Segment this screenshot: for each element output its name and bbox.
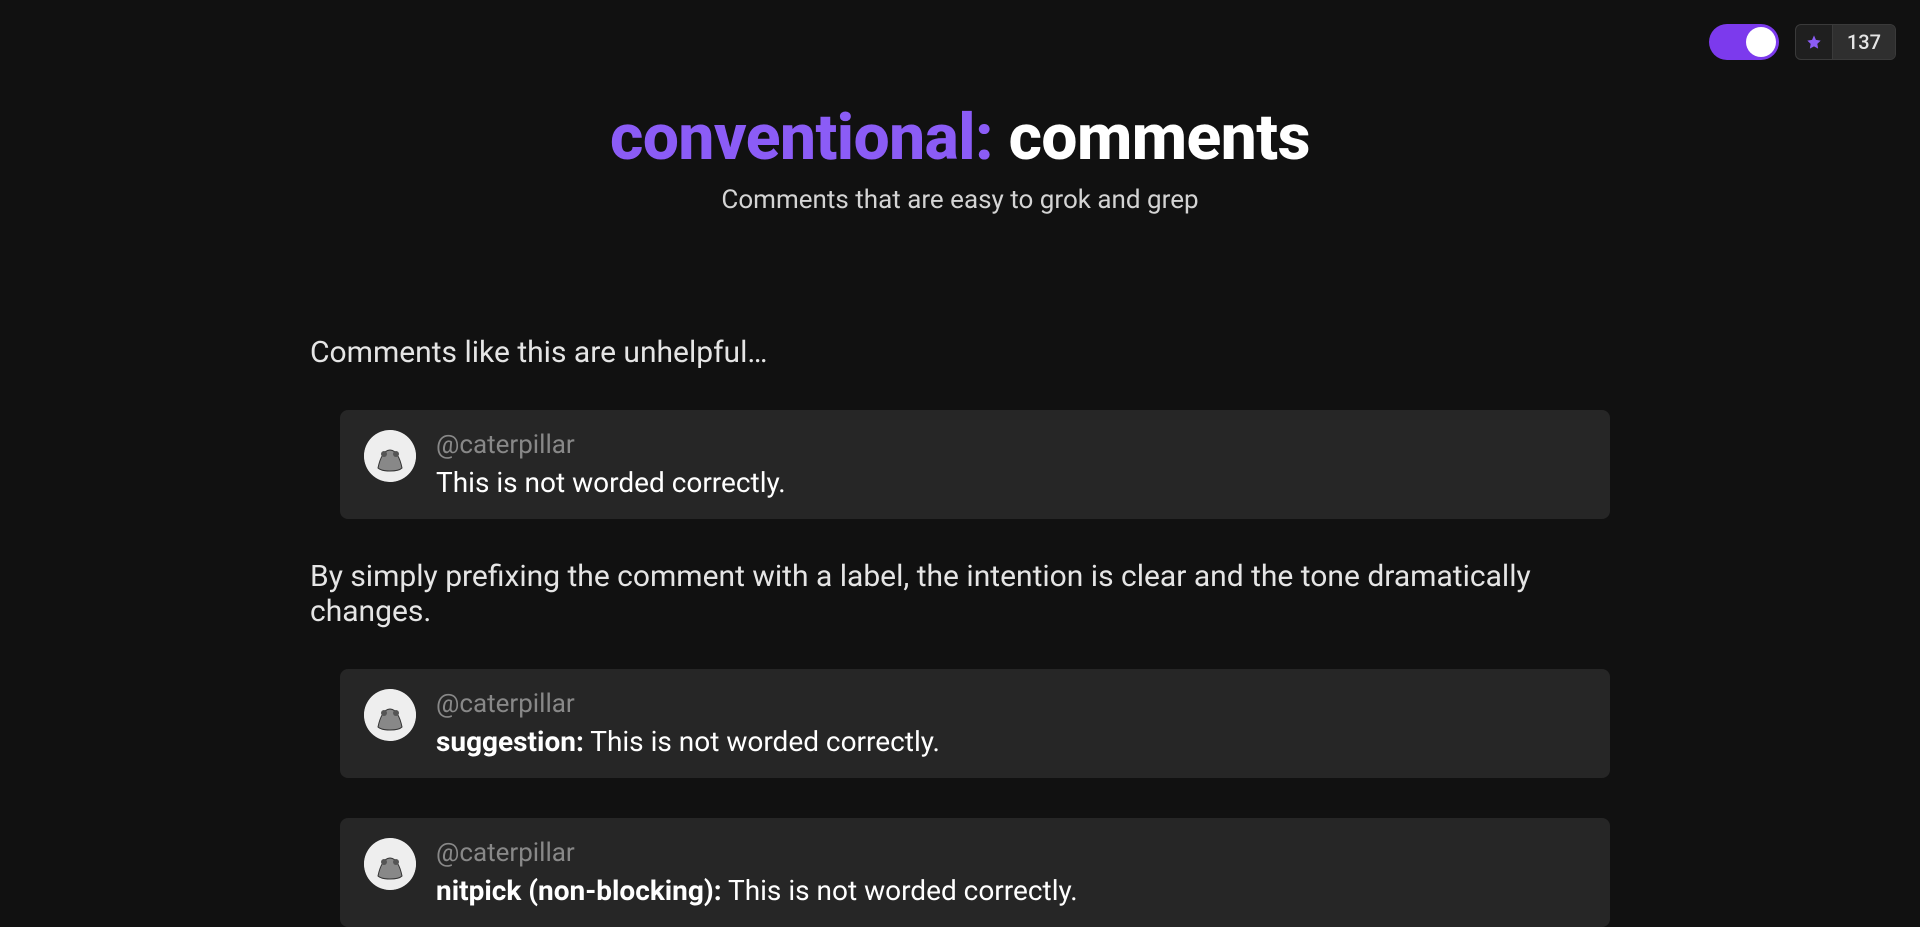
comment-username: @caterpillar	[436, 838, 1078, 868]
title-prefix: conventional:	[610, 100, 993, 175]
comment-card: @caterpillar suggestion: This is not wor…	[340, 669, 1610, 778]
toggle-knob	[1746, 27, 1776, 57]
comment-label: suggestion:	[436, 725, 584, 758]
comment-text-body: This is not worded correctly.	[722, 874, 1078, 907]
star-badge[interactable]: 137	[1795, 24, 1896, 60]
intro-text-1: Comments like this are unhelpful…	[310, 335, 1610, 370]
top-bar: 137	[1709, 24, 1896, 60]
comment-username: @caterpillar	[436, 430, 786, 460]
comment-text: suggestion: This is not worded correctly…	[436, 725, 940, 758]
page-title: conventional: comments	[0, 100, 1920, 175]
hero: conventional: comments Comments that are…	[0, 0, 1920, 215]
title-suffix: comments	[993, 100, 1310, 175]
avatar	[364, 838, 416, 890]
avatar	[364, 689, 416, 741]
avatar	[364, 430, 416, 482]
comment-card: @caterpillar nitpick (non-blocking): Thi…	[340, 818, 1610, 927]
comment-card: @caterpillar This is not worded correctl…	[340, 410, 1610, 519]
comment-text: nitpick (non-blocking): This is not word…	[436, 874, 1078, 907]
comment-username: @caterpillar	[436, 689, 940, 719]
star-count: 137	[1833, 25, 1895, 59]
subtitle: Comments that are easy to grok and grep	[0, 185, 1920, 215]
comment-body: @caterpillar suggestion: This is not wor…	[436, 689, 940, 758]
comment-body: @caterpillar nitpick (non-blocking): Thi…	[436, 838, 1078, 907]
theme-toggle[interactable]	[1709, 24, 1779, 60]
intro-text-2: By simply prefixing the comment with a l…	[310, 559, 1610, 629]
star-icon	[1796, 25, 1833, 59]
comment-body: @caterpillar This is not worded correctl…	[436, 430, 786, 499]
comment-text-body: This is not worded correctly.	[584, 725, 940, 758]
comment-label: nitpick (non-blocking):	[436, 874, 722, 907]
main-content: Comments like this are unhelpful… @cater…	[270, 215, 1650, 927]
comment-text: This is not worded correctly.	[436, 466, 786, 499]
